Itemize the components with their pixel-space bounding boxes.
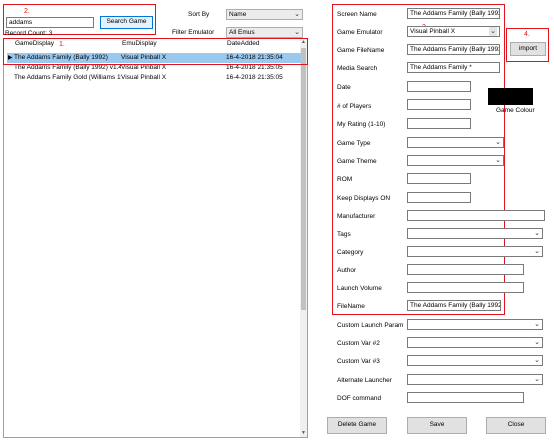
custom-var-2-label: Custom Var #2 [337,340,380,347]
search-game-button[interactable]: Search Game [100,16,153,29]
game-emulator-label: Game Emulator [337,29,383,36]
sort-by-select[interactable]: Name ⌄ [226,9,303,20]
screen-name-input[interactable]: The Addams Family (Bally 1992) [407,8,500,19]
alternate-launcher-label: Alternate Launcher [337,377,392,384]
record-count: Record Count: 3 [5,30,53,37]
game-theme-label: Game Theme [337,158,377,165]
tags-select[interactable]: ⌄ [407,228,543,239]
column-header-dateadded[interactable]: DateAdded [227,40,260,48]
annotation-2: 2. [24,8,30,15]
custom-launch-param-select[interactable]: ⌄ [407,319,543,330]
annotation-4: 4. [524,31,530,38]
keep-displays-on-label: Keep Displays ON [337,195,391,202]
launch-volume-label: Launch Volume [337,285,382,292]
game-emulator-select[interactable]: Visual Pinball X ⌄ [407,26,500,37]
chevron-down-icon: ⌄ [495,157,501,164]
category-select[interactable]: ⌄ [407,246,543,257]
filter-emulator-label: Filter Emulator [172,29,215,36]
row-pointer-icon: ▶ [8,55,13,61]
search-input[interactable]: addams [6,17,94,28]
delete-game-button[interactable]: Delete Game [327,417,387,434]
grid-scrollbar[interactable]: ▲ ▼ [300,39,307,437]
media-search-input[interactable]: The Addams Family * [407,62,500,73]
row-date: 16-4-2018 21:35:04 [226,54,283,61]
filter-emulator-value: All Emus [229,29,255,36]
dof-command-input[interactable] [407,392,524,403]
my-rating-label: My Rating (1-10) [337,121,386,128]
category-label: Category [337,249,364,256]
scroll-up-icon[interactable]: ▲ [300,39,307,46]
table-row[interactable]: The Addams Family Gold (Williams 1994) v… [7,73,301,83]
filename-label: FileName [337,303,365,310]
game-type-label: Game Type [337,140,371,147]
close-button[interactable]: Close [486,417,546,434]
custom-var-3-label: Custom Var #3 [337,358,380,365]
chevron-down-icon: ⌄ [294,11,300,18]
row-emu: Visual Pinball X [121,64,167,71]
keep-displays-on-input[interactable] [407,192,471,203]
column-header-emudisplay[interactable]: EmuDisplay [122,40,157,48]
launch-volume-input[interactable] [407,282,524,293]
save-button[interactable]: Save [407,417,467,434]
chevron-down-icon: ⌄ [534,376,540,383]
custom-var-3-select[interactable]: ⌄ [407,355,543,366]
chevron-down-icon: ⌄ [534,248,540,255]
game-filename-label: Game FileName [337,47,385,54]
row-game: The Addams Family (Bally 1992) v1.4.1 [14,64,121,71]
chevron-down-icon: ⌄ [534,230,540,237]
manufacturer-label: Manufacturer [337,213,376,220]
custom-launch-param-label: Custom Launch Param [337,322,404,329]
chevron-down-icon: ⌄ [489,27,497,36]
manufacturer-input[interactable] [407,210,545,221]
num-players-label: # of Players [337,103,372,110]
chevron-down-icon: ⌄ [534,357,540,364]
row-date: 16-4-2018 21:35:05 [226,74,283,81]
rom-input[interactable] [407,173,471,184]
dof-command-label: DOF command [337,395,382,402]
rom-label: ROM [337,176,353,183]
chevron-down-icon: ⌄ [534,321,540,328]
row-game: The Addams Family (Bally 1992) [14,54,108,61]
alternate-launcher-select[interactable]: ⌄ [407,374,543,385]
media-search-label: Media Search [337,65,378,72]
chevron-down-icon: ⌄ [294,29,300,36]
chevron-down-icon: ⌄ [495,139,501,146]
table-row[interactable]: The Addams Family (Bally 1992) v1.4.1 Vi… [7,63,301,73]
row-game: The Addams Family Gold (Williams 1994) v [14,74,121,81]
game-filename-input[interactable]: The Addams Family (Bally 1992) [407,44,500,55]
table-row[interactable]: ▶ The Addams Family (Bally 1992) Visual … [7,53,301,63]
game-emulator-value: Visual Pinball X [410,28,456,35]
date-input[interactable] [407,81,471,92]
author-input[interactable] [407,264,524,275]
game-type-select[interactable]: ⌄ [407,137,504,148]
game-theme-select[interactable]: ⌄ [407,155,504,166]
scroll-down-icon[interactable]: ▼ [300,430,307,437]
filter-emulator-select[interactable]: All Emus ⌄ [226,27,303,38]
num-players-input[interactable] [407,99,471,110]
game-colour-label: Game Colour [496,107,535,114]
game-grid: GameDisplay EmuDisplay DateAdded ▲ ▼ [3,38,308,438]
my-rating-input[interactable] [407,118,471,129]
sort-by-value: Name [229,11,247,18]
tags-label: Tags [337,231,351,238]
scrollbar-thumb[interactable] [301,48,306,310]
date-label: Date [337,84,351,91]
sort-by-label: Sort By [188,11,210,18]
column-header-gamedisplay[interactable]: GameDisplay [15,40,54,48]
screen-name-label: Screen Name [337,11,377,18]
row-emu: Visual Pinball X [121,54,167,61]
author-label: Author [337,267,357,274]
import-button[interactable]: import [510,42,546,56]
row-date: 16-4-2018 21:35:05 [226,64,283,71]
game-colour-swatch[interactable] [488,88,533,105]
chevron-down-icon: ⌄ [534,339,540,346]
annotation-1: 1. [59,41,65,48]
grid-header: GameDisplay EmuDisplay DateAdded [4,39,301,50]
custom-var-2-select[interactable]: ⌄ [407,337,543,348]
filename-input[interactable]: The Addams Family (Bally 1992).vpx [407,300,501,311]
row-emu: Visual Pinball X [121,74,167,81]
